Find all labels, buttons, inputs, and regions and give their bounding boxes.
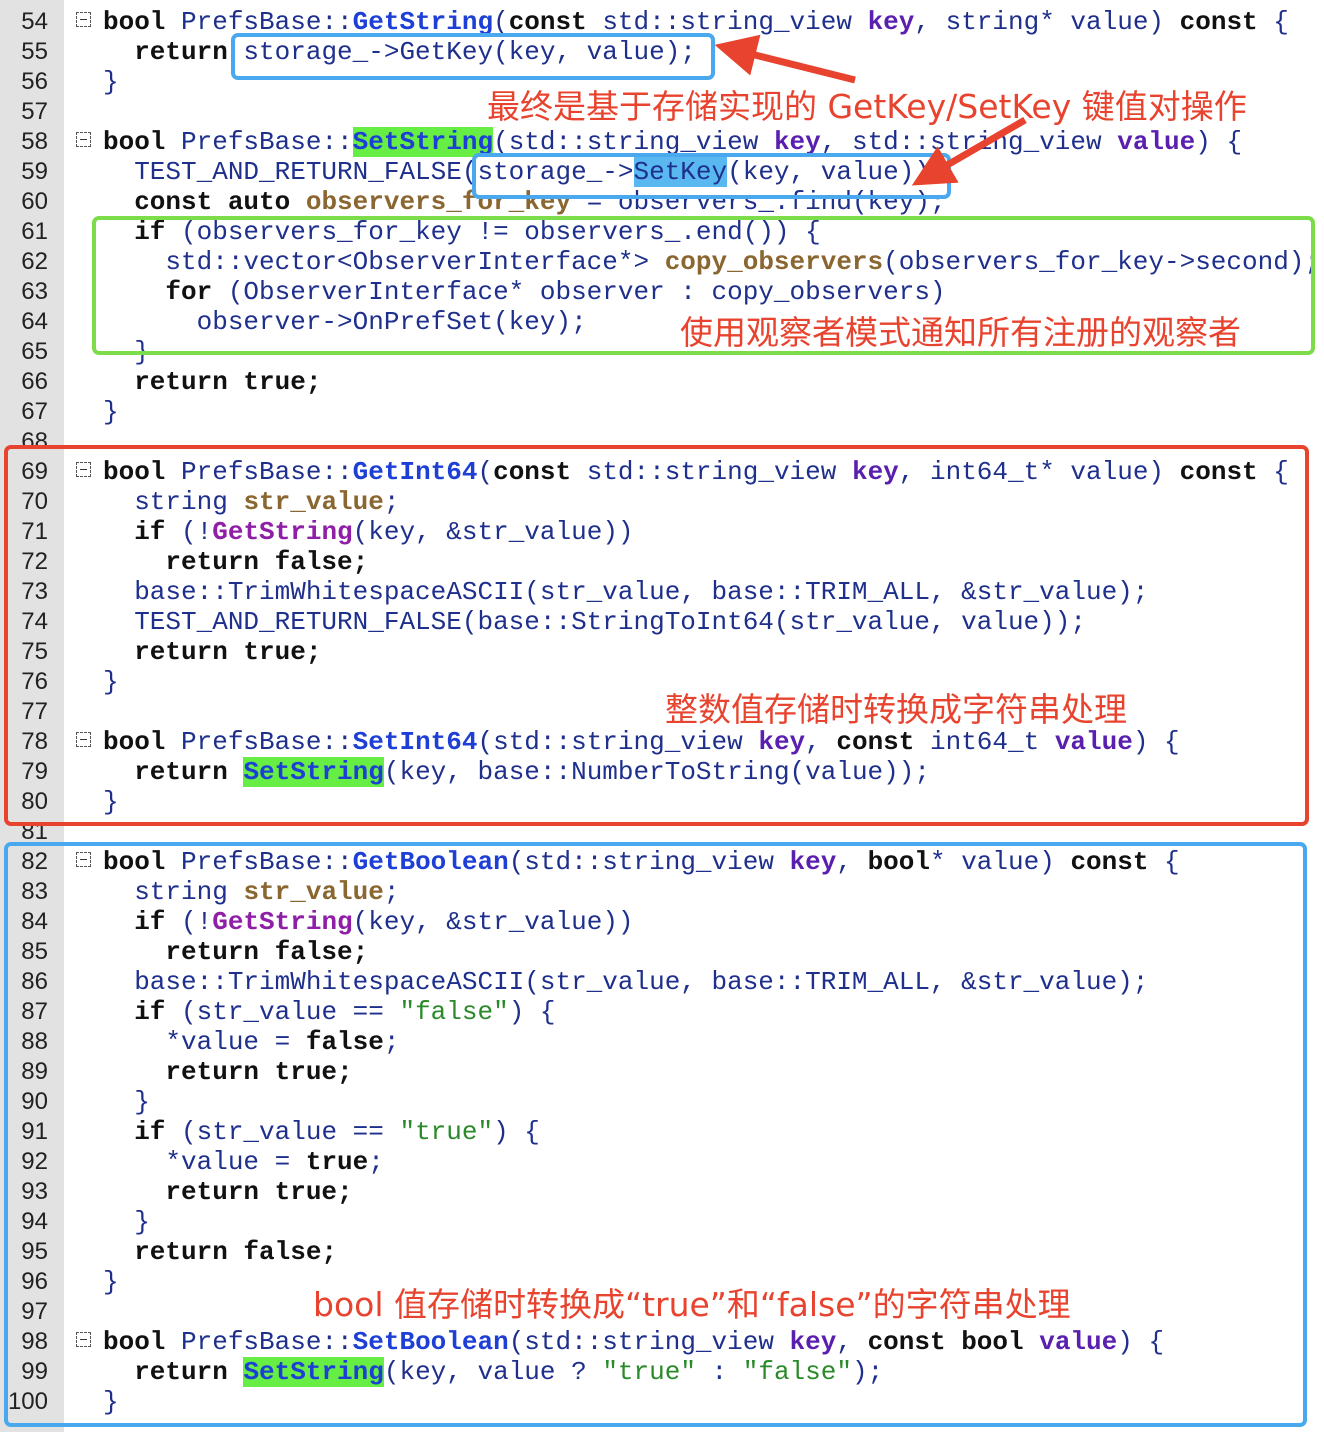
code-line: 67} xyxy=(0,397,1324,427)
annotation-getkey-setkey: 最终是基于存储实现的 GetKey/SetKey 键值对操作 xyxy=(487,87,1247,126)
code-text: return true; xyxy=(103,367,321,397)
highlight-box-int64 xyxy=(4,445,1309,826)
code-token: } xyxy=(103,397,119,427)
code-line: 66 return true; xyxy=(0,367,1324,397)
line-number: 65 xyxy=(21,338,48,365)
code-token: return true; xyxy=(103,367,322,397)
line-number: 66 xyxy=(21,368,48,395)
annotation-observer: 使用观察者模式通知所有注册的观察者 xyxy=(680,313,1241,352)
annotation-int64: 整数值存储时转换成字符串处理 xyxy=(665,690,1127,729)
code-text: } xyxy=(103,397,119,427)
arrow-to-getkey xyxy=(714,34,856,84)
annotation-boolean: bool 值存储时转换成“true”和“false”的字符串处理 xyxy=(313,1285,1071,1324)
highlight-box-boolean xyxy=(4,842,1307,1427)
line-number: 64 xyxy=(21,308,48,335)
annotation-arrows xyxy=(714,34,1027,186)
arrow-to-setkey xyxy=(911,116,1027,186)
line-number: 67 xyxy=(21,398,48,425)
